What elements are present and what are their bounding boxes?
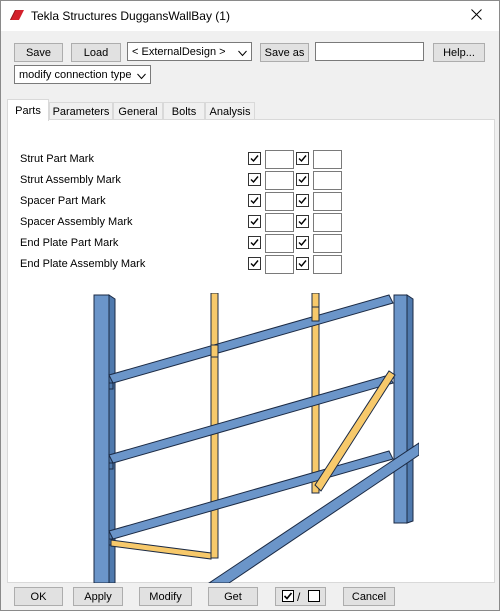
start-number-input[interactable]	[313, 150, 342, 169]
get-button[interactable]: Get	[208, 587, 258, 606]
window-title: Tekla Structures DuggansWallBay (1)	[31, 9, 230, 23]
tab-analysis-label: Analysis	[209, 105, 251, 118]
checked-box-icon	[282, 590, 294, 605]
chevron-down-icon	[238, 48, 247, 57]
bottom-brace	[110, 539, 212, 560]
part-row-label: Strut Assembly Mark	[20, 174, 121, 186]
start-number-input[interactable]	[313, 213, 342, 232]
girt-1-end	[108, 382, 114, 390]
tab-parameters-label: Parameters	[52, 105, 110, 118]
start-number-input[interactable]	[313, 234, 342, 253]
title-bar: Tekla Structures DuggansWallBay (1)	[1, 1, 499, 31]
preset-select-value: < ExternalDesign >	[132, 45, 226, 58]
tab-parameters[interactable]: Parameters	[49, 102, 113, 120]
toggle-separator: /	[297, 590, 301, 604]
wall-bay-illustration	[93, 293, 419, 583]
prefix-input[interactable]	[265, 150, 294, 169]
start-number-checkbox[interactable]	[296, 152, 309, 165]
girt-2-end	[108, 462, 114, 470]
prefix-checkbox[interactable]	[248, 194, 261, 207]
girt-2	[108, 374, 394, 464]
strut-right-front	[311, 306, 320, 322]
prefix-input[interactable]	[265, 213, 294, 232]
right-column-side	[406, 294, 414, 524]
chevron-down-icon	[137, 71, 146, 80]
tab-parts[interactable]: Parts	[7, 99, 49, 121]
load-button[interactable]: Load	[71, 43, 121, 62]
start-number-input[interactable]	[313, 192, 342, 211]
tekla-logo-icon	[9, 8, 25, 22]
unchecked-box-icon	[308, 590, 320, 605]
right-column	[393, 294, 408, 524]
tab-general-label: General	[118, 105, 158, 118]
tab-analysis[interactable]: Analysis	[205, 102, 255, 120]
start-number-input[interactable]	[313, 255, 342, 274]
prefix-checkbox[interactable]	[248, 215, 261, 228]
cancel-button[interactable]: Cancel	[343, 587, 395, 606]
prefix-input[interactable]	[265, 234, 294, 253]
start-number-checkbox[interactable]	[296, 194, 309, 207]
modify-button[interactable]: Modify	[139, 587, 192, 606]
strut-left-front	[210, 344, 219, 358]
preset-select[interactable]: < ExternalDesign >	[127, 42, 252, 61]
part-row-label: End Plate Part Mark	[20, 237, 119, 249]
mode-select-value: modify connection type	[19, 68, 132, 81]
start-number-checkbox[interactable]	[296, 236, 309, 249]
save-as-button[interactable]: Save as	[260, 43, 309, 62]
start-number-input[interactable]	[313, 171, 342, 190]
tab-bolts-label: Bolts	[171, 105, 197, 118]
prefix-input[interactable]	[265, 255, 294, 274]
mode-select[interactable]: modify connection type	[14, 65, 151, 84]
part-row-label: Spacer Part Mark	[20, 195, 106, 207]
dialog-window: Tekla Structures DuggansWallBay (1) Save…	[0, 0, 500, 611]
close-icon	[470, 9, 482, 23]
apply-button[interactable]: Apply	[73, 587, 123, 606]
prefix-input[interactable]	[265, 171, 294, 190]
prefix-checkbox[interactable]	[248, 152, 261, 165]
wall-bay-drawing	[93, 293, 419, 583]
part-row-label: Spacer Assembly Mark	[20, 216, 133, 228]
close-button[interactable]	[453, 1, 499, 31]
save-button[interactable]: Save	[14, 43, 63, 62]
toggle-all-checkboxes-button[interactable]: /	[275, 587, 326, 606]
part-row-label: Strut Part Mark	[20, 153, 94, 165]
start-number-checkbox[interactable]	[296, 257, 309, 270]
girt-1	[108, 294, 394, 384]
prefix-checkbox[interactable]	[248, 236, 261, 249]
tab-general[interactable]: General	[113, 102, 163, 120]
help-button[interactable]: Help...	[433, 43, 485, 62]
prefix-checkbox[interactable]	[248, 173, 261, 186]
ok-button[interactable]: OK	[14, 587, 63, 606]
part-row-label: End Plate Assembly Mark	[20, 258, 146, 270]
save-as-name-input[interactable]	[315, 42, 424, 61]
tab-bolts[interactable]: Bolts	[163, 102, 205, 120]
start-number-checkbox[interactable]	[296, 215, 309, 228]
start-number-checkbox[interactable]	[296, 173, 309, 186]
prefix-input[interactable]	[265, 192, 294, 211]
tab-parts-label: Parts	[15, 104, 41, 117]
prefix-checkbox[interactable]	[248, 257, 261, 270]
left-column	[93, 294, 110, 583]
bottom-bar: OK Apply Modify Get / Cancel	[1, 585, 499, 611]
